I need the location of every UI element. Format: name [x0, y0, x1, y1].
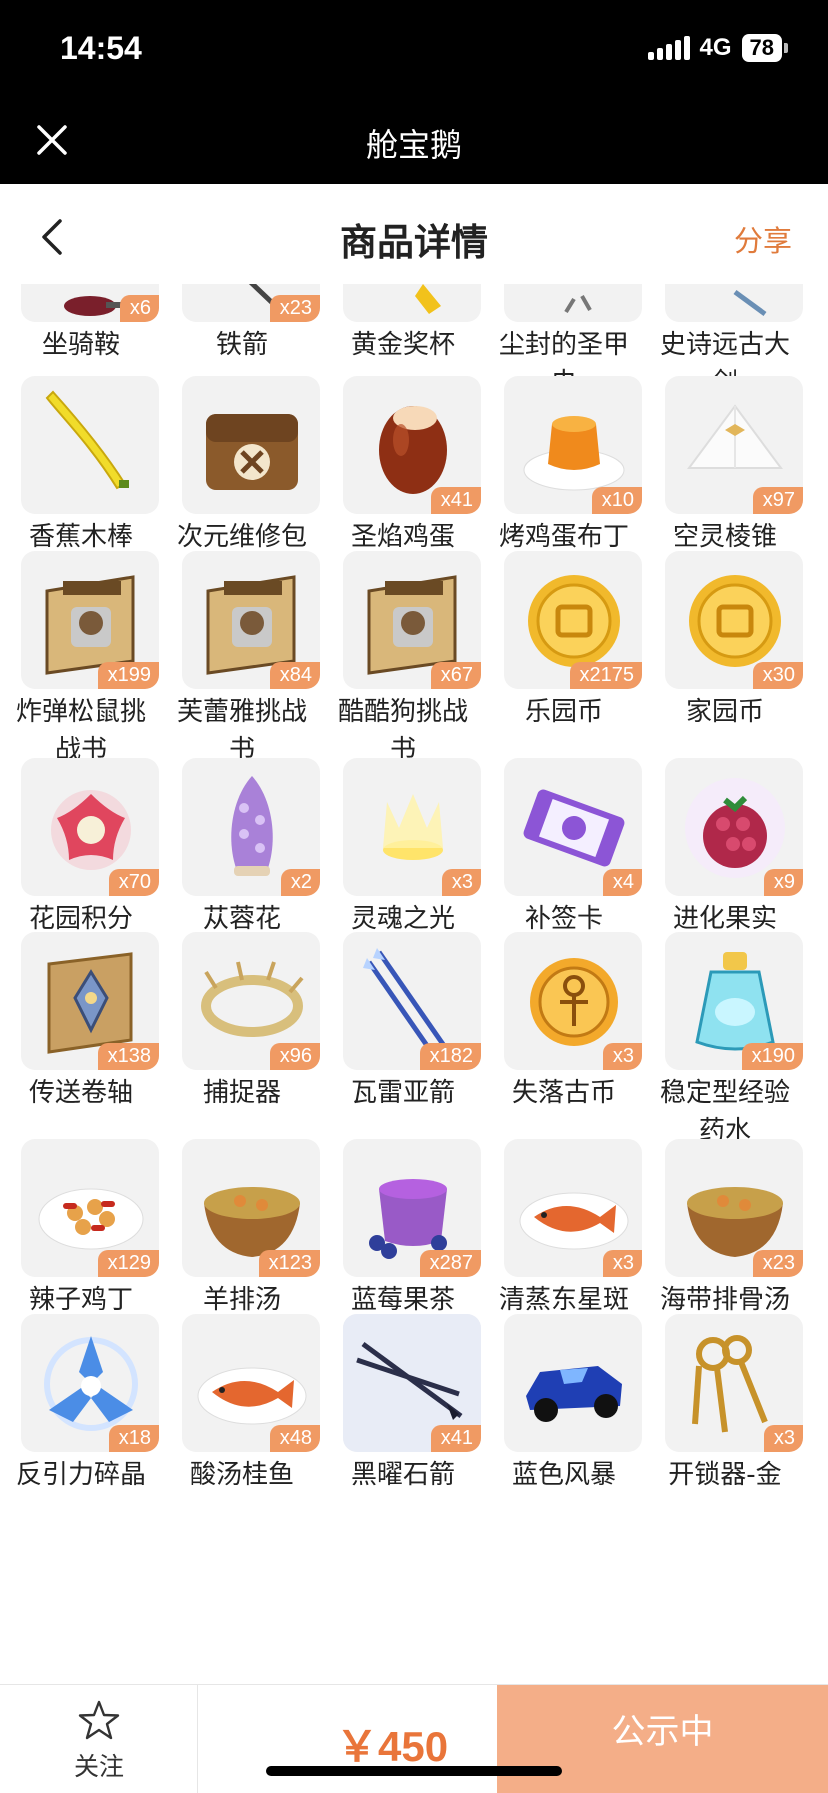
grid-item[interactable]: x3 开锁器-金 [644, 284, 806, 1684]
grid-item[interactable]: x41 黑曜石箭 [322, 284, 484, 1684]
page-title: 商品详情 [340, 221, 488, 264]
battery-level: 78 [741, 34, 782, 62]
item-grid: x6坐骑鞍x23铁箭黄金奖杯尘封的圣甲虫史诗远古大剑香蕉木棒次元维修包x41圣焰… [0, 284, 828, 1684]
item-thumbnail: x18 [21, 1314, 159, 1452]
race-car-icon [526, 1366, 622, 1422]
status-bar: 14:54 4G 78 [0, 0, 828, 96]
item-thumbnail [504, 1314, 642, 1452]
grid-item[interactable]: 蓝色风暴 [483, 284, 645, 1684]
item-count-badge: x18 [108, 1425, 159, 1452]
share-button[interactable]: 分享 [734, 218, 792, 260]
miniapp-title: 舱宝鹅 [365, 126, 462, 164]
item-thumbnail: x41 [343, 1314, 481, 1452]
item-name: 反引力碎晶 [15, 1460, 146, 1490]
item-thumbnail: x48 [182, 1314, 320, 1452]
item-thumbnail: x3 [665, 1314, 803, 1452]
item-name: 黑曜石箭 [350, 1460, 455, 1490]
grid-item[interactable]: x48 酸汤桂鱼 [161, 284, 323, 1684]
item-count-badge: x48 [269, 1425, 320, 1452]
page-nav: 商品详情 分享 [0, 184, 828, 284]
signal-icon [647, 36, 690, 60]
network-type: 4G [699, 34, 732, 61]
publicity-status-button[interactable]: 公示中 [497, 1685, 828, 1793]
item-name: 蓝色风暴 [511, 1460, 616, 1490]
item-count-badge: x3 [763, 1425, 803, 1452]
star-icon [78, 1700, 120, 1740]
follow-button[interactable]: 关注 [0, 1685, 198, 1793]
miniapp-header: 舱宝鹅 [0, 96, 828, 184]
battery-icon: 78 [741, 34, 788, 62]
home-indicator[interactable] [266, 1766, 562, 1776]
status-time: 14:54 [60, 30, 142, 66]
item-name: 酸汤桂鱼 [189, 1460, 294, 1490]
item-name: 开锁器-金 [668, 1460, 782, 1490]
item-count-badge: x41 [430, 1425, 481, 1452]
grid-item[interactable]: x18 反引力碎晶 [0, 284, 162, 1684]
price: ￥450 [336, 1723, 449, 1770]
follow-label: 关注 [73, 1752, 124, 1781]
